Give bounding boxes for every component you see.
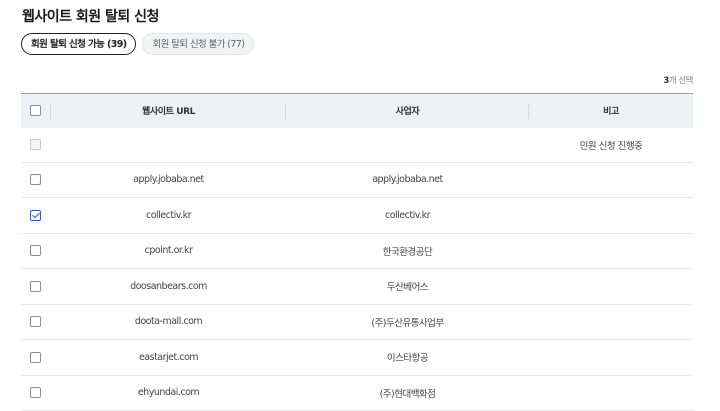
cell-operator: apply.jobaba.net	[286, 162, 529, 198]
cell-note	[529, 375, 693, 411]
cell-url: ehyundai.com	[51, 375, 286, 411]
site-table: 웹사이트 URL 사업자 비고 민원 신청 진행중 apply.jobaba.ne…	[21, 93, 693, 411]
table-row: ehyundai.com (주)현대백화점	[21, 375, 693, 411]
table-row: collectiv.kr collectiv.kr	[21, 197, 693, 234]
selection-count: 3개 선택	[663, 74, 693, 86]
cell-url: doota-mall.com	[51, 304, 286, 340]
row-checkbox[interactable]	[30, 174, 41, 186]
tab-unavailable[interactable]: 회원 탈퇴 신청 불가 (77)	[142, 33, 255, 55]
column-header-url-label: 웹사이트 URL	[141, 107, 196, 118]
row-checkbox-cell	[21, 339, 51, 376]
cell-note: 민원 신청 진행중	[529, 127, 693, 163]
tab-bar: 회원 탈퇴 신청 가능 (39) 회원 탈퇴 신청 불가 (77)	[21, 33, 255, 55]
cell-note	[529, 304, 693, 340]
row-checkbox[interactable]	[30, 316, 41, 328]
column-header-operator-label: 사업자	[395, 107, 420, 118]
row-checkbox[interactable]	[30, 280, 41, 292]
cell-note	[529, 162, 693, 198]
cell-operator: 한국환경공단	[286, 233, 529, 269]
row-checkbox-cell	[21, 268, 51, 305]
row-checkbox-cell	[21, 127, 51, 163]
row-checkbox	[30, 139, 41, 150]
table-header-row: 웹사이트 URL 사업자 비고	[21, 93, 693, 128]
row-checkbox[interactable]	[30, 351, 41, 363]
row-checkbox[interactable]	[30, 387, 41, 399]
cell-note	[529, 339, 693, 376]
row-checkbox[interactable]	[30, 209, 41, 221]
cell-url: apply.jobaba.net	[51, 162, 286, 198]
table-row: 민원 신청 진행중	[21, 127, 693, 163]
row-checkbox[interactable]	[30, 245, 41, 257]
table-row: doosanbears.com 두산베어스	[21, 268, 693, 305]
table-row: eastarjet.com 이스타항공	[21, 339, 693, 376]
column-header-operator: 사업자	[286, 93, 529, 128]
cell-operator: (주)두산유통사업부	[286, 304, 529, 340]
column-header-note-label: 비고	[603, 107, 619, 118]
cell-note	[529, 197, 693, 234]
selection-count-suffix: 개 선택	[668, 76, 694, 86]
table-row: cpoint.or.kr 한국환경공단	[21, 233, 693, 269]
cell-operator: 이스타항공	[286, 339, 529, 376]
row-checkbox-cell	[21, 197, 51, 234]
column-header-note: 비고	[529, 93, 693, 128]
cell-url	[51, 127, 286, 163]
row-checkbox-cell	[21, 162, 51, 198]
select-all-checkbox[interactable]	[30, 105, 41, 117]
table-row: doota-mall.com (주)두산유통사업부	[21, 304, 693, 340]
cell-note	[529, 268, 693, 305]
row-checkbox-cell	[21, 375, 51, 411]
cell-url: eastarjet.com	[51, 339, 286, 376]
row-checkbox-cell	[21, 233, 51, 269]
cell-operator: 두산베어스	[286, 268, 529, 305]
cell-operator	[286, 127, 529, 163]
cell-operator: collectiv.kr	[286, 197, 529, 234]
page-title: 웹사이트 회원 탈퇴 신청	[22, 9, 159, 25]
cell-url: doosanbears.com	[51, 268, 286, 305]
row-checkbox-cell	[21, 304, 51, 340]
column-header-url: 웹사이트 URL	[51, 93, 286, 128]
cell-operator: (주)현대백화점	[286, 375, 529, 411]
table-row: apply.jobaba.net apply.jobaba.net	[21, 162, 693, 198]
select-all-cell	[21, 93, 51, 128]
tab-available[interactable]: 회원 탈퇴 신청 가능 (39)	[21, 33, 137, 55]
cell-note	[529, 233, 693, 269]
cell-url: cpoint.or.kr	[51, 233, 286, 269]
cell-url: collectiv.kr	[51, 197, 286, 234]
